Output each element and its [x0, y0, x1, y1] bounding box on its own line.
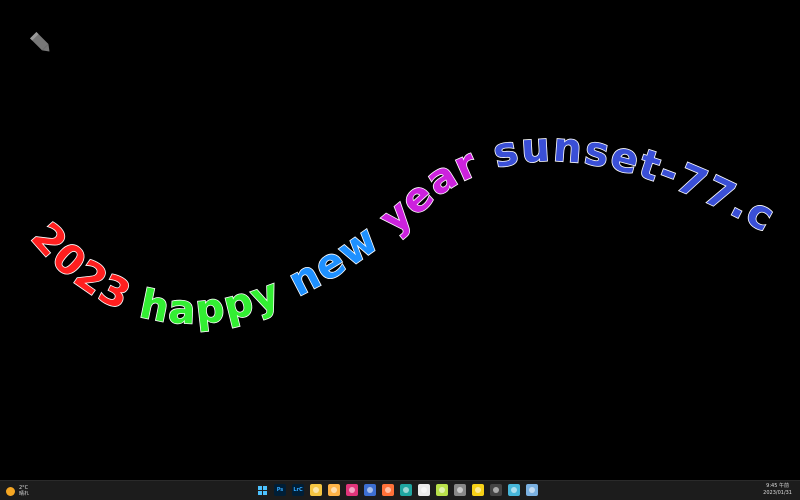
app-14[interactable] — [490, 484, 502, 496]
clock-date: 2023/01/31 — [763, 490, 792, 496]
chrome-app[interactable] — [418, 484, 430, 496]
firefox-icon — [385, 487, 391, 493]
app-icon — [367, 487, 373, 493]
app-icon — [439, 487, 445, 493]
app-15[interactable] — [508, 484, 520, 496]
app-5[interactable] — [328, 484, 340, 496]
note-icon — [475, 487, 481, 493]
app-12[interactable] — [454, 484, 466, 496]
app-icon — [529, 487, 535, 493]
sticky-notes-app[interactable] — [472, 484, 484, 496]
lightroom-classic-app[interactable]: LrC — [292, 484, 304, 496]
weather-widget[interactable]: 2°C 晴れ — [6, 483, 29, 499]
taskbar: 2°C 晴れ Ps LrC 9:45 午前 2023/01/31 — [0, 480, 800, 500]
edge-icon — [403, 487, 409, 493]
sparkle-icon — [331, 487, 337, 493]
taskbar-apps: Ps LrC — [256, 484, 538, 498]
wallpaper-text-segment-0: 2023 — [22, 214, 138, 320]
app-icon — [349, 487, 355, 493]
app-icon — [511, 487, 517, 493]
clock-icon — [493, 487, 499, 493]
taskbar-clock[interactable]: 9:45 午前 2023/01/31 — [763, 483, 792, 497]
weather-condition: 晴れ — [19, 491, 30, 497]
app-icon — [457, 487, 463, 493]
edge-app[interactable] — [400, 484, 412, 496]
app-11[interactable] — [436, 484, 448, 496]
lightroom-classic-app-label: LrC — [293, 487, 303, 493]
wallpaper-text-segment-1: happy — [120, 269, 287, 333]
chrome-icon — [421, 487, 427, 493]
photoshop-app-label: Ps — [276, 487, 284, 493]
desktop: 2023 happy new year sunset-77.com — [0, 0, 800, 480]
wallpaper-text: 2023 happy new year sunset-77.com — [0, 0, 783, 334]
wallpaper-text-segment-2: new — [269, 216, 388, 313]
app-7[interactable] — [364, 484, 376, 496]
file-explorer-app[interactable] — [310, 484, 322, 496]
start-button[interactable] — [256, 484, 268, 496]
wallpaper-text-segment-3: year — [360, 140, 486, 253]
photoshop-app[interactable]: Ps — [274, 484, 286, 496]
app-6[interactable] — [346, 484, 358, 496]
firefox-app[interactable] — [382, 484, 394, 496]
windows-icon — [257, 485, 267, 495]
clock-time: 9:45 午前 — [766, 483, 789, 489]
sun-icon — [6, 486, 15, 496]
wallpaper-text-path: 2023 happy new year sunset-77.com — [0, 0, 782, 335]
folder-icon — [313, 487, 319, 493]
wallpaper-wave-text: 2023 happy new year sunset-77.com — [0, 0, 783, 335]
app-16[interactable] — [526, 484, 538, 496]
